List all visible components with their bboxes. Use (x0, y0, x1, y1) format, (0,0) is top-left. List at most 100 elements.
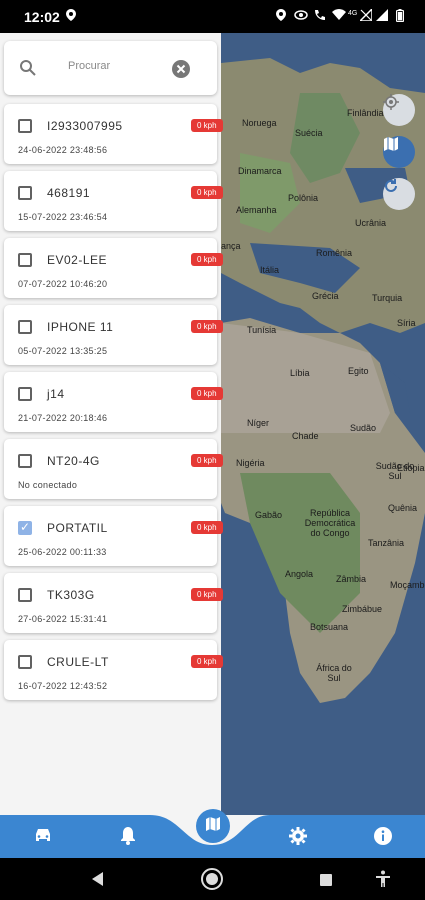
center-map-button[interactable] (196, 809, 230, 843)
locate-button[interactable] (383, 94, 415, 126)
last-update-time: No conectado (18, 480, 78, 490)
device-name: IPHONE 11 (47, 320, 114, 334)
map-label-franca: ança (221, 241, 241, 251)
map-label-angola: Angola (285, 569, 314, 579)
device-name: j14 (47, 387, 65, 401)
device-checkbox[interactable] (18, 186, 32, 200)
last-update-time: 21-07-2022 20:18:46 (18, 413, 108, 423)
refresh-button[interactable] (383, 178, 415, 210)
device-checkbox[interactable] (18, 320, 32, 334)
accessibility-icon[interactable] (375, 870, 391, 893)
speed-badge: 0 kph (191, 320, 223, 333)
last-update-time: 15-07-2022 23:46:54 (18, 212, 108, 222)
map-label-gabao: Gabão (255, 510, 283, 520)
device-name: TK303G (47, 588, 95, 602)
device-list-panel: I2933007995 0 kph 24-06-2022 23:48:56 46819… (0, 33, 223, 815)
device-card[interactable]: 468191 0 kph 15-07-2022 23:46:54 (4, 171, 223, 231)
network-type: 4G (348, 10, 358, 17)
map-label-rdc: República Democrática do Congo (304, 508, 356, 538)
map-label-romenia: Romênia (316, 248, 353, 258)
speed-badge: 0 kph (191, 253, 223, 266)
last-update-time: 05-07-2022 13:35:25 (18, 346, 108, 356)
gear-icon[interactable] (288, 826, 308, 851)
recents-icon[interactable] (320, 873, 332, 891)
device-card[interactable]: TK303G 0 kph 27-06-2022 15:31:41 (4, 573, 223, 633)
battery-icon (395, 9, 405, 25)
map-label-tanzania: Tanzânia (368, 538, 405, 548)
map-label-polonia: Polônia (288, 193, 319, 203)
device-card[interactable]: NT20-4G 0 kph No conectado (4, 439, 223, 499)
location-icon (276, 9, 286, 24)
call-icon (313, 9, 327, 24)
device-name: CRULE-LT (47, 655, 109, 669)
bottom-navigation (0, 809, 425, 858)
map-label-suecia: Suécia (295, 128, 323, 138)
back-icon[interactable] (92, 872, 104, 891)
speed-badge: 0 kph (191, 387, 223, 400)
map-label-quenia: Quênia (388, 503, 418, 513)
search-input[interactable] (66, 59, 170, 73)
map-label-tunisia: Tunísia (247, 325, 277, 335)
search-icon (19, 59, 37, 82)
map-icon (205, 816, 221, 837)
map-label-nigeria: Nigéria (236, 458, 265, 468)
device-card[interactable]: CRULE-LT 0 kph 16-07-2022 12:43:52 (4, 640, 223, 700)
device-checkbox[interactable] (18, 655, 32, 669)
signal-icon (358, 7, 373, 24)
signal-icon (376, 9, 388, 24)
speed-badge: 0 kph (191, 521, 223, 534)
device-card[interactable]: EV02-LEE 0 kph 07-07-2022 10:46:20 (4, 238, 223, 298)
map-layers-button[interactable] (383, 136, 415, 168)
last-update-time: 16-07-2022 12:43:52 (18, 681, 108, 691)
device-card[interactable]: j14 0 kph 21-07-2022 20:18:46 (4, 372, 223, 432)
device-card[interactable]: I2933007995 0 kph 24-06-2022 23:48:56 (4, 104, 223, 164)
map-label-alemanha: Alemanha (236, 205, 277, 215)
bell-icon[interactable] (119, 826, 137, 850)
map-label-grecia: Grécia (312, 291, 339, 301)
location-icon (66, 9, 76, 24)
map-label-zimbabue: Zimbábue (342, 604, 383, 614)
map-label-ucrania: Ucrânia (355, 218, 387, 228)
device-checkbox[interactable] (18, 588, 32, 602)
map-label-etiopia: Etiópia (397, 463, 425, 473)
eye-icon (294, 9, 308, 24)
device-card[interactable]: IPHONE 11 0 kph 05-07-2022 13:35:25 (4, 305, 223, 365)
map-label-africa-do-sul: África do Sul (316, 663, 352, 683)
map-label-chade: Chade (292, 431, 319, 441)
speed-badge: 0 kph (191, 655, 223, 668)
last-update-time: 25-06-2022 00:11:33 (18, 547, 107, 557)
search-box (4, 41, 217, 95)
map-label-niger: Níger (247, 418, 270, 428)
map-label-siria: Síria (397, 318, 416, 328)
map-label-mocambique: Moçamb (390, 580, 425, 590)
device-checkbox[interactable] (18, 387, 32, 401)
device-name: 468191 (47, 186, 91, 200)
status-time: 12:02 (24, 9, 60, 25)
car-icon[interactable] (33, 827, 53, 848)
device-name: EV02-LEE (47, 253, 108, 267)
clear-icon[interactable] (172, 60, 190, 83)
device-checkbox[interactable] (18, 253, 32, 267)
home-icon[interactable] (200, 867, 224, 896)
speed-badge: 0 kph (191, 119, 223, 132)
map-label-egito: Egito (348, 366, 369, 376)
device-name: I2933007995 (47, 119, 123, 133)
map-label-libia: Líbia (290, 368, 310, 378)
map-label-botsuana: Botsuana (310, 622, 349, 632)
map-label-finlandia: Finlândia (347, 108, 384, 118)
map-label-zambia: Zâmbia (336, 574, 367, 584)
wifi-icon (332, 9, 346, 24)
last-update-time: 24-06-2022 23:48:56 (18, 145, 108, 155)
device-name: NT20-4G (47, 454, 100, 468)
speed-badge: 0 kph (191, 186, 223, 199)
info-icon[interactable] (373, 826, 393, 851)
device-checkbox[interactable] (18, 454, 32, 468)
map-label-dinamarca: Dinamarca (238, 166, 282, 176)
map-label-noruega: Noruega (242, 118, 277, 128)
map-label-turquia: Turquia (372, 293, 403, 303)
device-checkbox[interactable] (18, 520, 32, 535)
map-label-sudao: Sudão (350, 423, 377, 433)
device-card[interactable]: PORTATIL 0 kph 25-06-2022 00:11:33 (4, 506, 223, 566)
speed-badge: 0 kph (191, 588, 223, 601)
device-checkbox[interactable] (18, 119, 32, 133)
